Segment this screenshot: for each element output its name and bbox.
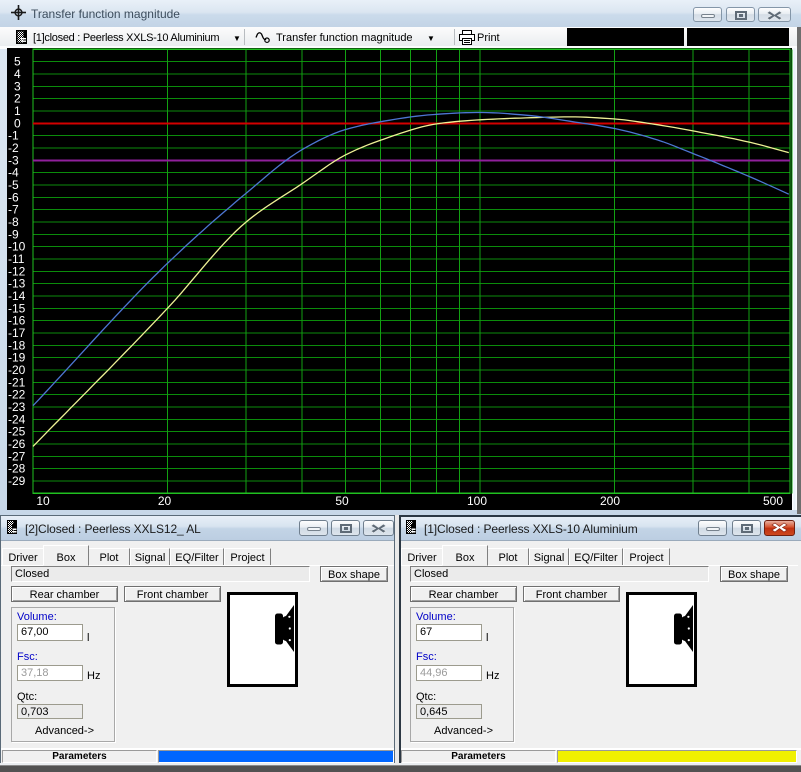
svg-text:-8: -8 [8, 215, 19, 229]
svg-text:-1: -1 [8, 129, 19, 143]
svg-text:-15: -15 [8, 301, 26, 315]
svg-text:2: 2 [14, 92, 21, 106]
svg-text:-12: -12 [8, 264, 26, 278]
svg-text:-13: -13 [8, 277, 26, 291]
svg-text:-27: -27 [8, 449, 26, 463]
svg-text:-26: -26 [8, 437, 26, 451]
svg-text:-16: -16 [8, 314, 26, 328]
svg-text:-20: -20 [8, 363, 26, 377]
svg-text:4: 4 [14, 67, 21, 81]
svg-text:0: 0 [14, 116, 21, 130]
svg-text:500: 500 [763, 494, 783, 508]
svg-text:-11: -11 [8, 252, 25, 266]
svg-text:-17: -17 [8, 326, 26, 340]
svg-text:-24: -24 [8, 412, 26, 426]
svg-text:100: 100 [467, 494, 487, 508]
svg-text:-21: -21 [8, 375, 26, 389]
svg-text:-25: -25 [8, 425, 26, 439]
svg-text:-9: -9 [8, 227, 19, 241]
svg-text:-29: -29 [8, 474, 26, 488]
svg-text:10: 10 [36, 494, 50, 508]
svg-text:3: 3 [14, 79, 21, 93]
svg-text:20: 20 [158, 494, 172, 508]
svg-text:1: 1 [14, 104, 21, 118]
svg-text:-19: -19 [8, 351, 26, 365]
svg-text:-23: -23 [8, 400, 26, 414]
svg-text:-3: -3 [8, 153, 19, 167]
svg-text:50: 50 [335, 494, 349, 508]
svg-text:-6: -6 [8, 190, 19, 204]
svg-text:-10: -10 [8, 240, 26, 254]
svg-text:-2: -2 [8, 141, 19, 155]
svg-text:-4: -4 [8, 166, 19, 180]
svg-text:5: 5 [14, 55, 21, 69]
svg-text:-18: -18 [8, 338, 26, 352]
svg-text:-5: -5 [8, 178, 19, 192]
svg-text:-14: -14 [8, 289, 26, 303]
svg-text:200: 200 [600, 494, 620, 508]
svg-text:-28: -28 [8, 462, 26, 476]
svg-text:-22: -22 [8, 388, 26, 402]
svg-text:-7: -7 [8, 203, 19, 217]
